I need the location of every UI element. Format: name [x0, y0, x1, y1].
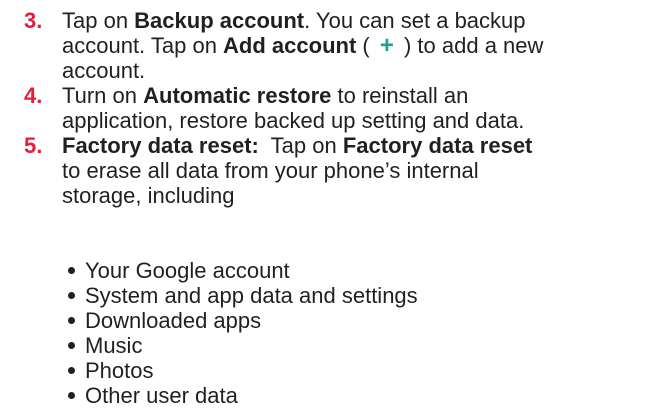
list-item: Music — [68, 333, 628, 358]
text-line: Tap on Backup account. You can set a bac… — [62, 8, 526, 33]
bullet-icon — [68, 366, 75, 374]
text-line: storage, including — [62, 183, 235, 208]
instruction-document: 3. Tap on Backup account. You can set a … — [0, 0, 650, 410]
text-line: account. Tap on Add account ( + ) to add… — [62, 32, 544, 59]
list-item: Photos — [68, 358, 628, 383]
bold-term: Backup account — [134, 8, 305, 33]
bold-term: Factory data reset: — [62, 133, 259, 158]
bold-term: Automatic restore — [143, 83, 332, 108]
bullet-icon — [68, 391, 75, 399]
bullet-icon — [68, 316, 75, 324]
step-number: 5. — [24, 133, 43, 158]
step-text: Tap on Backup account. You can set a bac… — [62, 8, 650, 83]
step-number: 3. — [24, 8, 43, 33]
bullet-icon — [68, 291, 75, 299]
data-erased-list: Your Google account System and app data … — [68, 258, 628, 408]
list-item: Your Google account — [68, 258, 628, 283]
step-text: Factory data reset: Tap on Factory data … — [62, 133, 650, 208]
bold-term: Add account — [223, 33, 357, 58]
step-text: Turn on Automatic restore to reinstall a… — [62, 83, 650, 133]
bullet-icon — [68, 341, 75, 349]
text-line: account. — [62, 58, 146, 83]
list-item: System and app data and settings — [68, 283, 628, 308]
bullet-icon — [68, 266, 75, 274]
text-line: application, restore backed up setting a… — [62, 108, 525, 133]
plus-icon: + — [379, 32, 394, 59]
list-item: Other user data — [68, 383, 628, 408]
step-number: 4. — [24, 83, 43, 108]
bold-term: Factory data reset — [342, 133, 533, 158]
text-line: to erase all data from your phone’s inte… — [62, 158, 479, 183]
text-line: Factory data reset: Tap on Factory data … — [62, 133, 533, 158]
list-item: Downloaded apps — [68, 308, 628, 333]
text-line: Turn on Automatic restore to reinstall a… — [62, 83, 469, 108]
